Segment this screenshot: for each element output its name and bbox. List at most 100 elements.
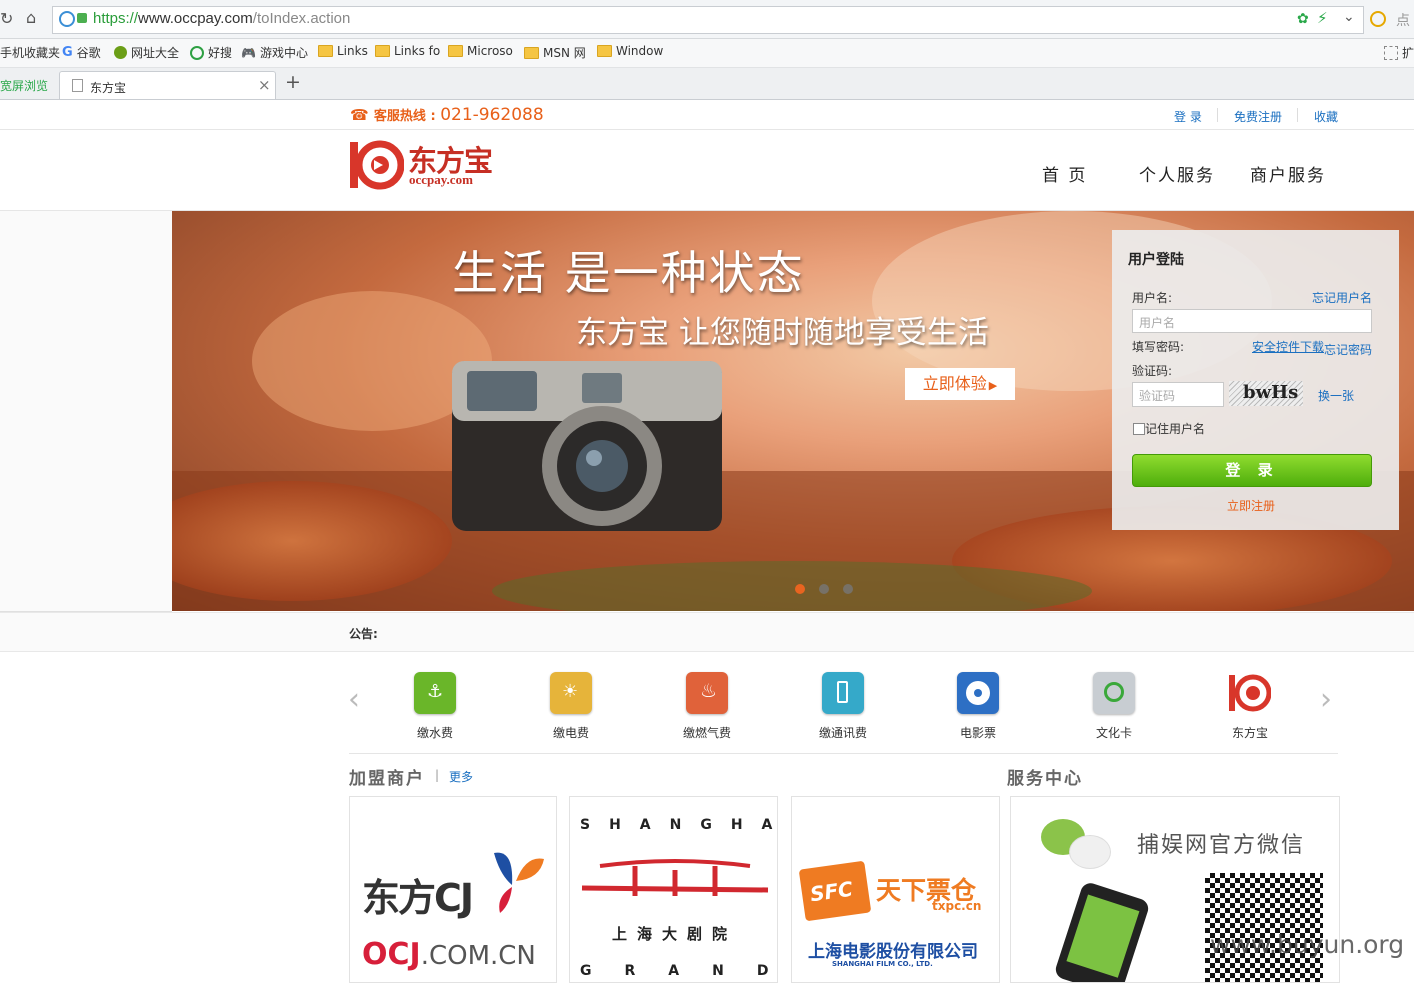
home-icon[interactable]: ⌂: [26, 8, 36, 27]
google-icon: G: [62, 45, 73, 60]
qr-code: [1201, 869, 1327, 982]
tab-active[interactable]: 东方宝 ×: [59, 71, 276, 99]
top-login-link[interactable]: 登 录: [1174, 108, 1202, 125]
fav-games[interactable]: 🎮 游戏中心: [241, 44, 308, 61]
theatre-cn-text: 上海大剧院: [612, 925, 738, 943]
service-center-title: 服务中心: [1007, 769, 1083, 789]
site-logo[interactable]: 东方宝 occpay.com: [350, 138, 500, 194]
fav-hao123[interactable]: 网址大全: [114, 44, 179, 61]
merchants-more-link[interactable]: 更多: [449, 768, 473, 785]
fav-msn[interactable]: MSN 网: [524, 44, 586, 61]
dropdown-chevron-icon[interactable]: ⌄: [1343, 9, 1355, 25]
folder-icon: [597, 45, 612, 57]
fav-links[interactable]: Links: [318, 44, 368, 58]
water-tap-icon: ⚓: [414, 672, 456, 714]
notice-label: 公告:: [349, 627, 378, 641]
search-right-text[interactable]: 点: [1396, 10, 1410, 30]
remember-checkbox[interactable]: [1133, 423, 1145, 435]
merchants-separator: |: [435, 768, 440, 782]
services-divider: [349, 753, 1338, 754]
fav-windows[interactable]: Window: [597, 44, 663, 58]
username-input[interactable]: 用户名: [1132, 309, 1372, 333]
banner-subline: 东方宝 让您随时随地享受生活: [576, 315, 989, 351]
wechat-bubble-small-icon: [1069, 835, 1111, 869]
nav-merchant[interactable]: 商户服务: [1250, 161, 1326, 186]
flame-icon: ♨: [686, 672, 728, 714]
phone-icon: ☎: [350, 106, 369, 124]
widescreen-toggle[interactable]: 宽屏浏览: [0, 77, 48, 94]
sfc-domain: txpc.cn: [932, 899, 982, 913]
folder-icon: [318, 45, 333, 57]
theatre-roof-icon: [581, 859, 769, 896]
theatre-bottom-text: GRAND: [580, 963, 768, 979]
folder-icon: [448, 45, 463, 57]
service-occpay[interactable]: 东方宝: [1210, 672, 1290, 741]
remember-label: 记住用户名: [1145, 422, 1206, 436]
logo-text-en: occpay.com: [409, 172, 473, 187]
address-bar[interactable]: https://www.occpay.com/toIndex.action ✿ …: [52, 6, 1364, 34]
mobile-phone-icon: [822, 672, 864, 714]
password-label: 填写密码:: [1132, 340, 1185, 354]
fav-microsoft[interactable]: Microso: [448, 44, 513, 58]
refresh-icon[interactable]: ↻: [0, 9, 13, 28]
fav-haosou[interactable]: 好搜: [190, 44, 232, 61]
service-telecom[interactable]: 缴通讯费: [803, 672, 883, 741]
service-culture-card[interactable]: 文化卡: [1074, 672, 1154, 741]
merchant-card-grand-theatre[interactable]: SHANGHAI 上海大剧院 GRAND: [569, 796, 778, 983]
top-register-link[interactable]: 免费注册: [1234, 108, 1282, 125]
merchant-card-sfc[interactable]: SFC 天下票仓 txpc.cn 上海电影股份有限公司 SHANGHAI FIL…: [791, 796, 1000, 983]
camera-illustration: [452, 361, 722, 531]
captcha-label: 验证码:: [1132, 364, 1173, 378]
banner-headline: 生活 是一种状态: [452, 246, 805, 300]
captcha-input[interactable]: 验证码: [1132, 382, 1224, 407]
cj-logo-text: 东方CJ: [362, 876, 474, 920]
grid-icon: [1384, 45, 1398, 60]
service-water[interactable]: ⚓ 缴水费: [395, 672, 475, 741]
forgot-username-link[interactable]: 忘记用户名: [1312, 289, 1372, 306]
fav-links-fo[interactable]: Links fo: [375, 44, 440, 58]
merchant-card-cj[interactable]: 东方CJ OCJ.COM.CN: [349, 796, 557, 983]
film-reel-icon: [957, 672, 999, 714]
new-tab-button[interactable]: +: [285, 71, 301, 93]
lock-icon: [77, 13, 87, 23]
favorites-bar: 手机收藏夹 G 谷歌 网址大全 好搜 🎮 游戏中心 Links Links fo M…: [0, 39, 1414, 68]
tab-bar: 宽屏浏览 东方宝 × +: [0, 68, 1414, 100]
services-prev-arrow-icon[interactable]: ‹: [348, 682, 360, 717]
top-favorite-link[interactable]: 收藏: [1314, 108, 1338, 125]
security-download-link[interactable]: 安全控件下载: [1252, 338, 1324, 355]
url-text[interactable]: https://www.occpay.com/toIndex.action: [93, 10, 350, 27]
tab-close-icon[interactable]: ×: [258, 76, 271, 94]
search-engine-icon[interactable]: [1370, 11, 1386, 27]
hao-icon: [114, 46, 127, 59]
service-gas[interactable]: ♨ 缴燃气费: [667, 672, 747, 741]
nav-home[interactable]: 首 页: [1042, 161, 1087, 186]
login-button[interactable]: 登 录: [1132, 454, 1372, 487]
page-icon: [72, 79, 83, 92]
lightning-icon[interactable]: ⚡: [1317, 9, 1328, 27]
register-now-link[interactable]: 立即注册: [1227, 497, 1275, 514]
service-electricity[interactable]: ☀ 缴电费: [531, 672, 611, 741]
theatre-top-text: SHANGHAI: [580, 817, 777, 833]
phone-in-hand-icon: [1053, 880, 1151, 982]
notice-bar: [0, 612, 1414, 652]
captcha-image[interactable]: bwHs: [1229, 381, 1303, 406]
culture-card-icon: [1093, 672, 1135, 714]
extension-menu[interactable]: 扩: [1384, 44, 1414, 61]
username-label: 用户名:: [1132, 291, 1173, 305]
reload-status-icon[interactable]: ✿: [1297, 11, 1309, 27]
fav-mobile[interactable]: 手机收藏夹: [0, 44, 60, 61]
folder-icon: [524, 46, 539, 59]
services-next-arrow-icon[interactable]: ›: [1320, 682, 1332, 717]
refresh-captcha-link[interactable]: 换一张: [1318, 387, 1354, 404]
login-title: 用户登陆: [1128, 252, 1184, 268]
forgot-password-link[interactable]: 忘记密码: [1324, 341, 1372, 358]
banner-cta-button[interactable]: 立即体验 ▶: [905, 368, 1015, 400]
play-arrow-icon: ▶: [988, 379, 998, 392]
top-divider: [1297, 108, 1298, 122]
nav-personal[interactable]: 个人服务: [1139, 161, 1215, 186]
service-movie-ticket[interactable]: 电影票: [938, 672, 1018, 741]
fav-google[interactable]: G 谷歌: [62, 44, 101, 61]
security-lock-icon: [59, 11, 75, 27]
cj-petals-icon: [494, 852, 544, 913]
top-divider: [1217, 108, 1218, 122]
